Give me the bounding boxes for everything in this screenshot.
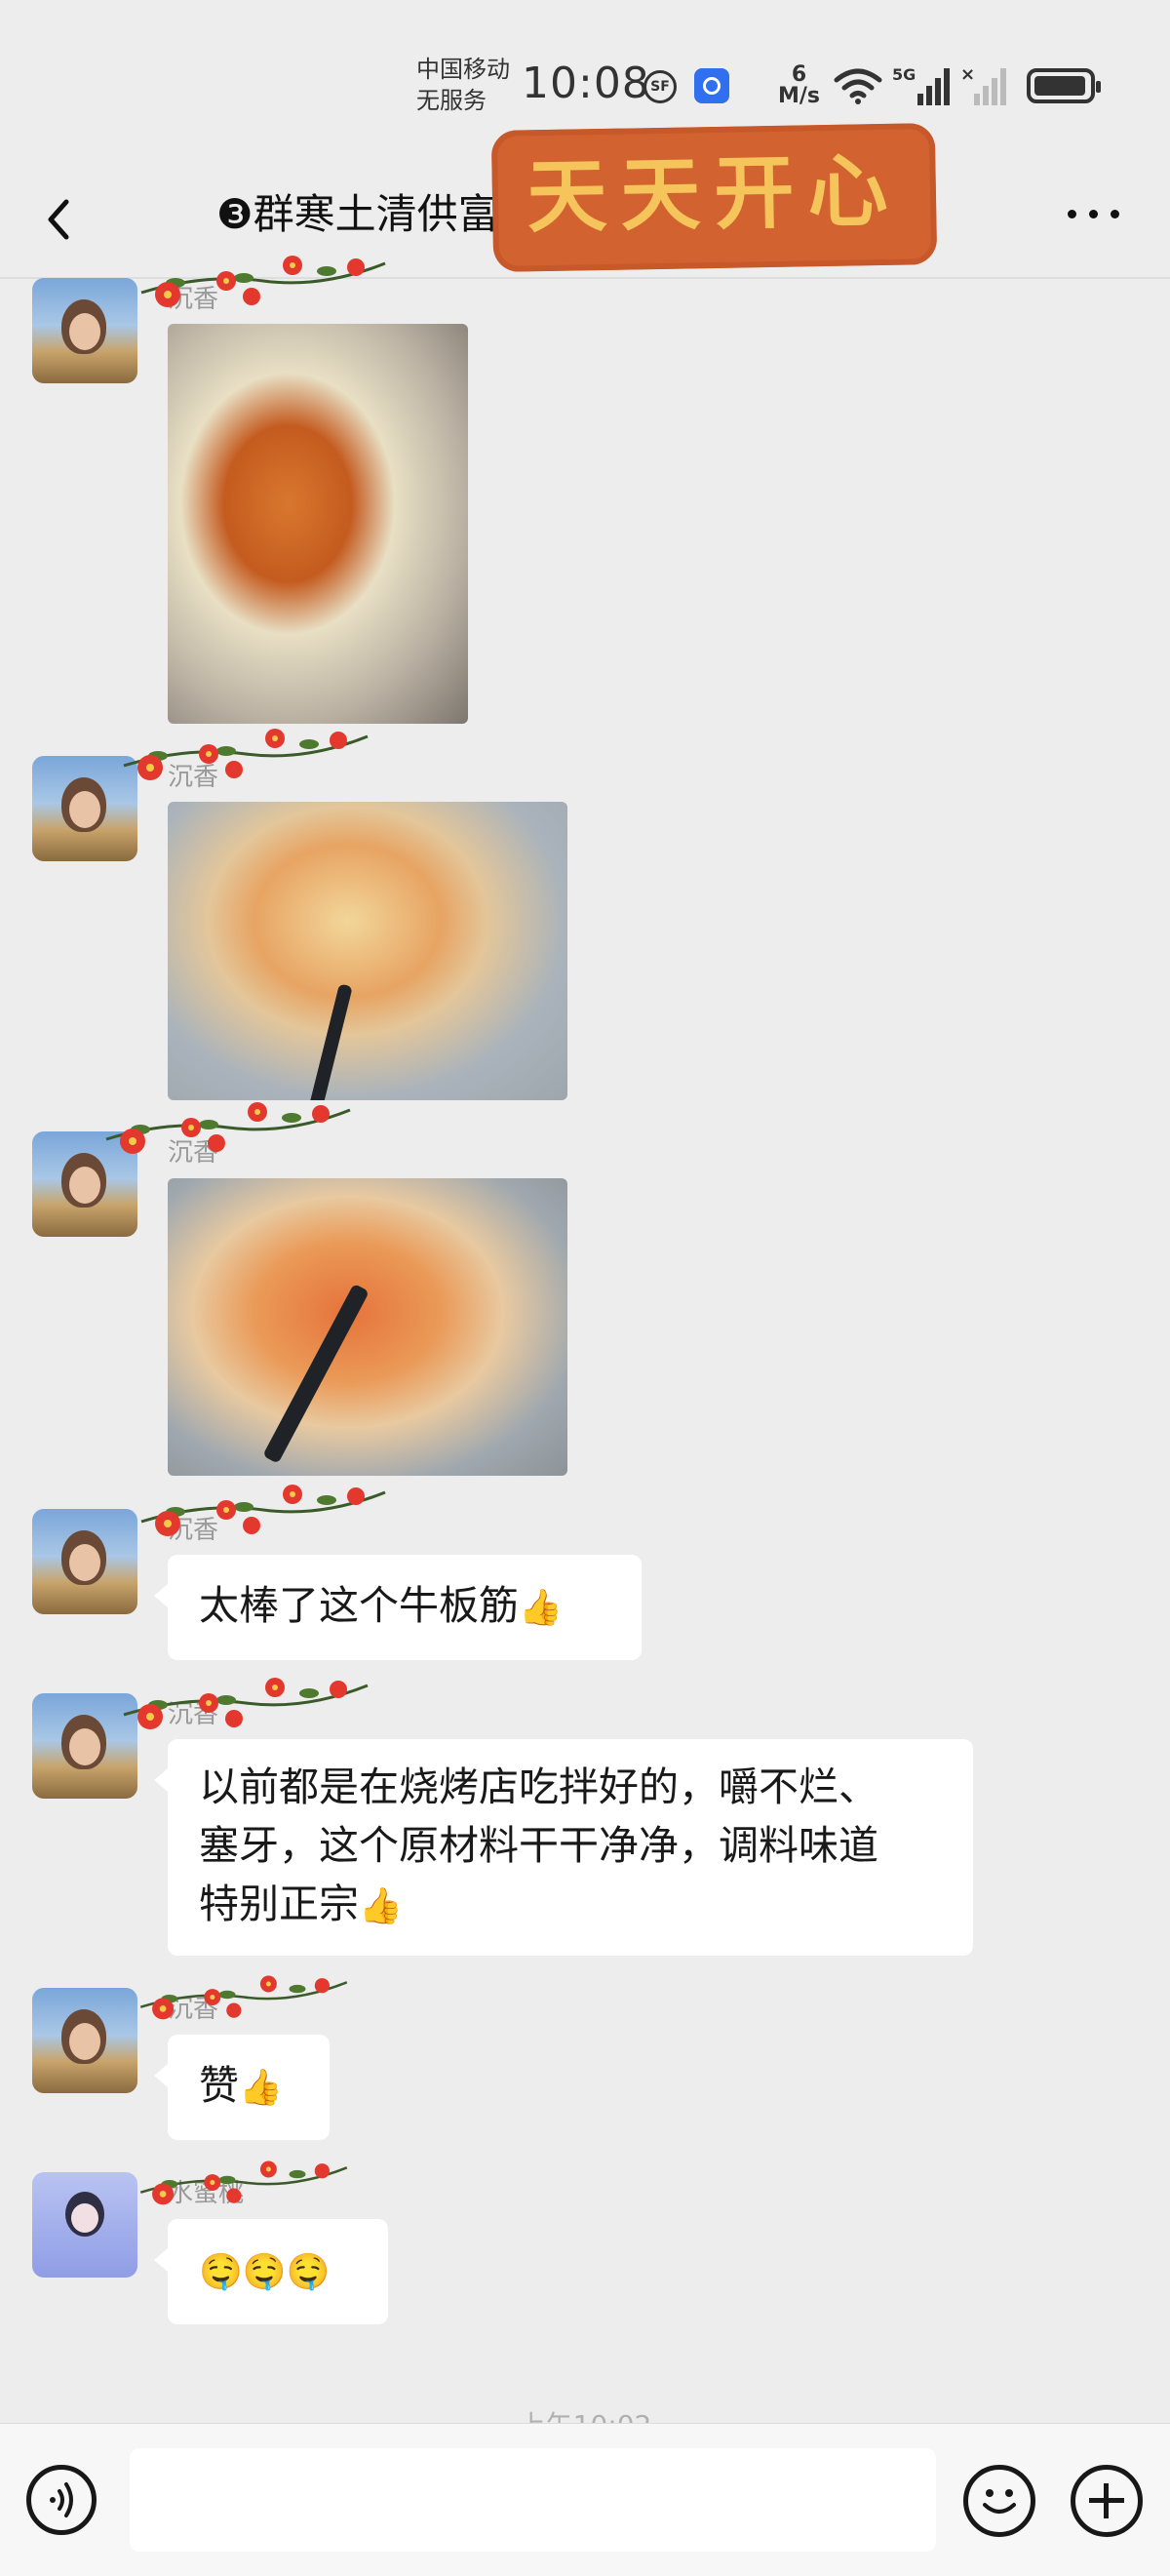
signal-no-service-icon: × (960, 64, 1006, 105)
network-speed-unit: M/s (778, 84, 821, 108)
message-bubble[interactable]: 赞👍 (154, 2035, 330, 2140)
thumbs-up-icon: 👍 (239, 2068, 283, 2108)
status-clock: 10:08 (522, 59, 650, 108)
chevron-left-icon[interactable] (39, 190, 78, 249)
flower-decoration-icon (119, 717, 372, 785)
message-text-line: 以前都是在烧烤店吃拌好的，嚼不烂、 (199, 1764, 878, 1810)
sf-express-icon: SF (644, 70, 677, 103)
message-bubble[interactable]: 以前都是在烧烤店吃拌好的，嚼不烂、 塞牙，这个原材料干干净净，调料味道 特别正宗… (154, 1739, 973, 1956)
sticker-text: 天天开心 (526, 144, 903, 245)
input-bar (0, 2423, 1170, 2576)
wifi-icon (834, 68, 882, 104)
network-speed-value: 6 (791, 62, 807, 87)
message-input[interactable] (130, 2448, 936, 2552)
svg-text:×: × (960, 64, 975, 85)
message-text: 太棒了这个牛板筋 (199, 1582, 519, 1629)
app-notification-icon (694, 68, 729, 103)
drooling-face-emoji: 🤤🤤🤤 (199, 2252, 331, 2292)
chat-title: ❸群寒土清供富 (216, 190, 499, 238)
smile-icon[interactable] (963, 2465, 1035, 2537)
flower-decoration-icon (119, 1666, 372, 1734)
flower-decoration-icon (136, 2146, 351, 2214)
avatar[interactable] (32, 1509, 137, 1614)
avatar[interactable] (32, 2172, 137, 2278)
flower-decoration-icon (136, 1473, 390, 1541)
happy-sticker: 天天开心 (490, 123, 938, 272)
message-bubble[interactable]: 🤤🤤🤤 (154, 2219, 388, 2324)
message-image[interactable] (168, 802, 567, 1100)
more-dots-icon[interactable] (1068, 210, 1122, 223)
thumbs-up-icon: 👍 (359, 1886, 403, 1926)
carrier-info: 中国移动 无服务 (416, 54, 510, 116)
avatar[interactable] (32, 1988, 137, 2093)
flower-decoration-icon (136, 244, 390, 312)
avatar[interactable] (32, 278, 137, 383)
message-bubble[interactable]: 太棒了这个牛板筋👍 (154, 1555, 642, 1660)
message-text-line: 塞牙，这个原材料干干净净，调料味道 (199, 1822, 878, 1869)
carrier-name: 中国移动 (416, 56, 510, 83)
flower-decoration-icon (101, 1090, 355, 1159)
plus-icon[interactable] (1071, 2465, 1143, 2537)
thumbs-up-icon: 👍 (519, 1588, 563, 1628)
network-type-label: 5G (892, 65, 916, 84)
network-speed: 6 M/s (778, 64, 820, 107)
message-text-line: 特别正宗 (199, 1881, 359, 1927)
message-text: 赞 (199, 2062, 239, 2109)
signal-5g-icon: 5G (892, 65, 950, 105)
carrier-service: 无服务 (416, 87, 487, 114)
flower-decoration-icon (136, 1961, 351, 2029)
battery-icon (1027, 68, 1101, 103)
message-image[interactable] (168, 1178, 567, 1476)
voice-icon[interactable] (26, 2465, 97, 2535)
message-image[interactable] (168, 324, 468, 724)
